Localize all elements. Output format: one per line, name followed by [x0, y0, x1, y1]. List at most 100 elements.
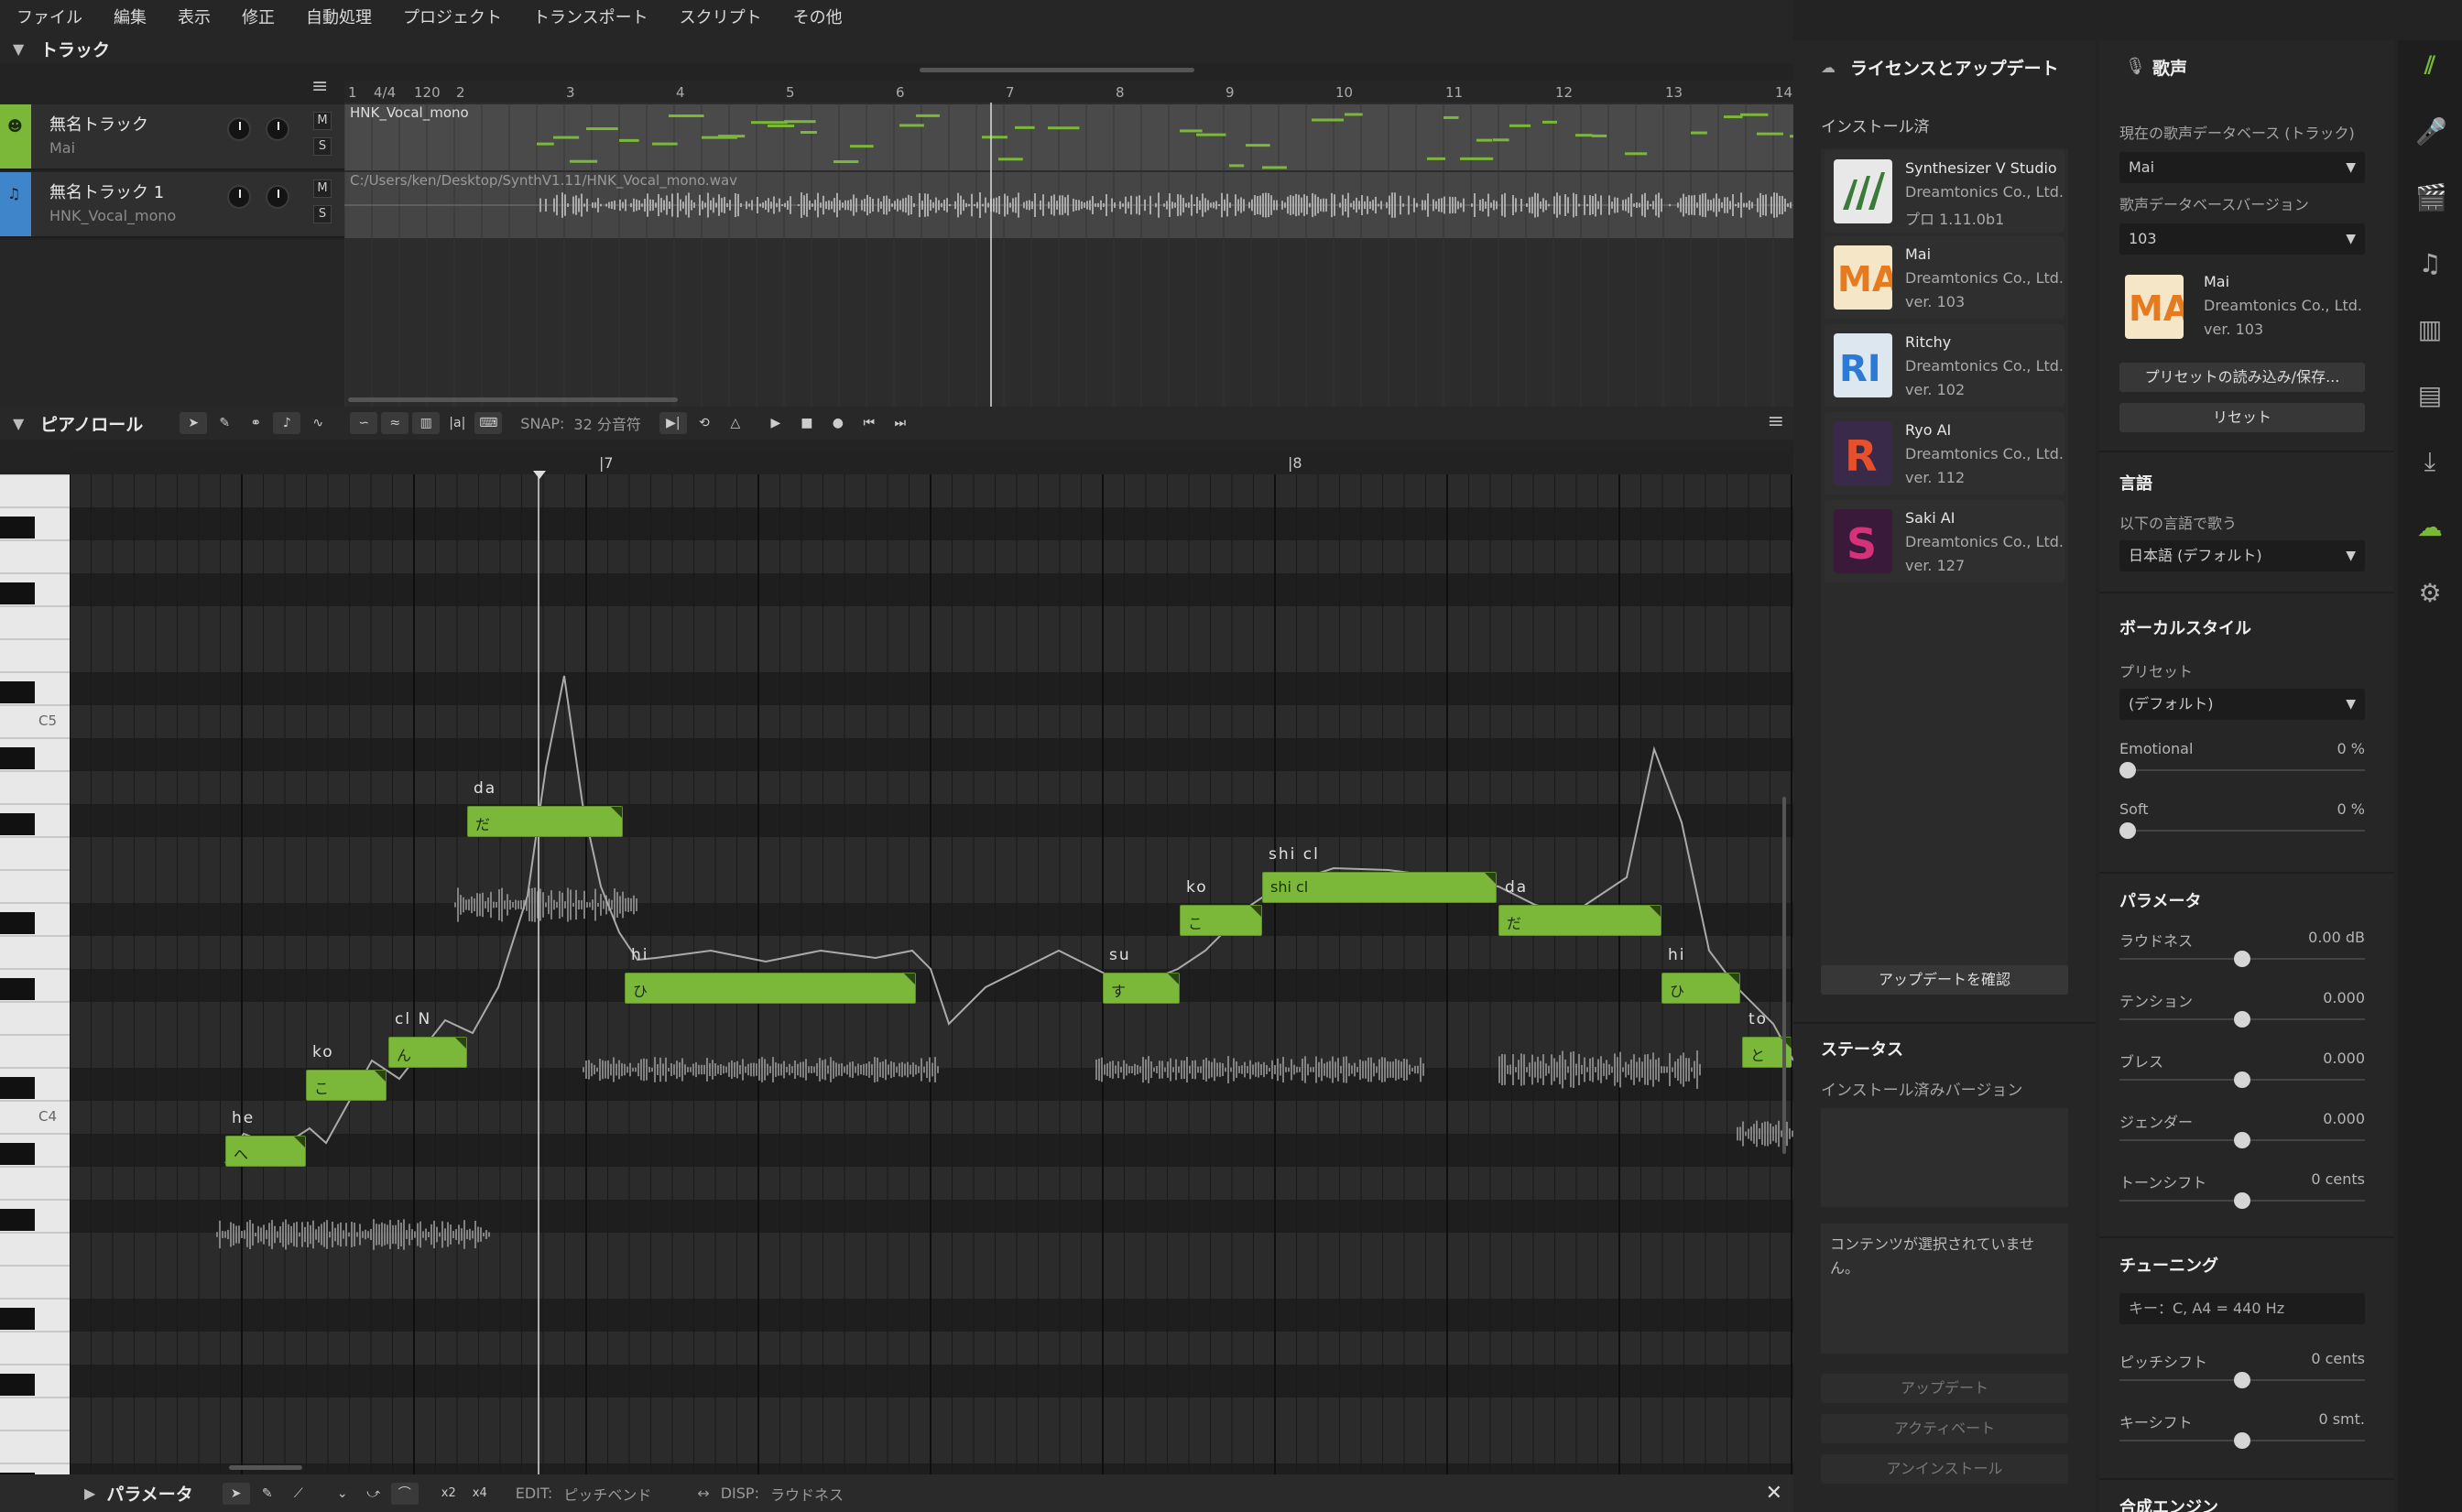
slider-handle[interactable] — [2119, 822, 2136, 839]
key-shift-slider[interactable]: キーシフト 0 smt. — [2119, 1410, 2365, 1456]
installed-item[interactable]: S Saki AI Dreamtonics Co., Ltd. ver. 127 — [1825, 500, 2064, 582]
installed-item[interactable]: MA Mai Dreamtonics Co., Ltd. ver. 103 — [1825, 236, 2064, 319]
vibrato-icon[interactable]: ≈ — [381, 412, 409, 434]
menu-view[interactable]: 表示 — [178, 5, 211, 28]
menu-auto[interactable]: 自動処理 — [306, 5, 372, 28]
menu-file[interactable]: ファイル — [16, 5, 82, 28]
track-2[interactable]: ♫ 無名トラック 1 HNK_Vocal_mono M S — [0, 172, 344, 238]
chevron-down-icon[interactable]: ▼ — [13, 40, 31, 58]
swap-icon[interactable]: ↔ — [697, 1485, 709, 1502]
note[interactable]: cl N ん — [388, 1010, 467, 1068]
disp-select[interactable]: ラウドネス — [770, 1483, 844, 1505]
loudness-slider[interactable]: ラウドネス 0.00 dB — [2119, 929, 2365, 974]
pan-knob[interactable] — [266, 117, 289, 141]
link-tool-icon[interactable]: ⚭ — [242, 412, 269, 434]
menu-edit[interactable]: 編集 — [114, 5, 147, 28]
rewind-icon[interactable]: ⏮ — [855, 412, 883, 434]
slider-handle[interactable] — [2234, 1372, 2250, 1388]
pen-tool-icon[interactable]: ✎ — [254, 1483, 281, 1505]
tension-slider[interactable]: テンション 0.000 — [2119, 989, 2365, 1035]
track-name[interactable]: 無名トラック — [49, 112, 148, 136]
arrangement-scrollbar[interactable] — [348, 397, 678, 402]
line-tool-icon[interactable]: ⟋ — [285, 1483, 312, 1505]
playhead-marker[interactable] — [533, 471, 546, 479]
preset-button[interactable]: プリセットの読み込み/保存... — [2119, 363, 2365, 392]
key-field[interactable]: キー：C, A4 = 440 Hz — [2119, 1293, 2365, 1324]
slider-handle[interactable] — [2234, 1192, 2250, 1209]
select-tool-icon[interactable]: ➤ — [180, 412, 208, 434]
voice-version-select[interactable]: 103 ▼ — [2119, 223, 2365, 255]
phoneme-icon[interactable]: |a| — [443, 412, 471, 434]
pianoroll-canvas[interactable] — [70, 474, 1793, 1474]
track-menu-icon[interactable]: ≡ — [311, 75, 328, 98]
note[interactable]: hi ひ — [625, 946, 916, 1004]
soft-slider[interactable]: Soft 0 % — [2119, 800, 2365, 846]
note[interactable]: shi cl shi cl — [1262, 845, 1497, 903]
volume-knob[interactable] — [227, 185, 251, 209]
stop-icon[interactable]: ■ — [793, 412, 821, 434]
menu-modify[interactable]: 修正 — [242, 5, 275, 28]
timeline-ruler[interactable]: 4/4 120 1 2 3 4 5 6 7 8 9 10 11 12 13 14 — [344, 81, 1793, 103]
loop-icon[interactable]: ⟲ — [691, 412, 718, 434]
play-icon[interactable]: ▶ — [762, 412, 790, 434]
note[interactable]: su す — [1103, 946, 1180, 1004]
piano-keyboard[interactable] — [0, 474, 70, 1474]
waveform-icon[interactable]: ▥ — [412, 412, 441, 434]
book-icon[interactable]: ▤ — [2415, 381, 2445, 410]
installed-item[interactable]: Synthesizer V Studio Dreamtonics Co., Ltd… — [1825, 150, 2064, 233]
note[interactable]: hi ひ — [1661, 946, 1740, 1004]
breath-slider[interactable]: ブレス 0.000 — [2119, 1050, 2365, 1095]
slider-handle[interactable] — [2234, 1132, 2250, 1148]
reset-button[interactable]: リセット — [2119, 403, 2365, 432]
note[interactable]: ko こ — [306, 1043, 387, 1101]
scale-x2-button[interactable]: x2 — [435, 1483, 463, 1505]
smooth-icon[interactable]: ⌄ — [329, 1483, 356, 1505]
tone-shift-slider[interactable]: トーンシフト 0 cents — [2119, 1170, 2365, 1216]
pianoroll-ruler[interactable]: |7 |8 — [70, 452, 1793, 474]
slider-handle[interactable] — [2119, 762, 2136, 778]
library-icon[interactable]: ▥ — [2415, 315, 2445, 344]
chevron-right-icon[interactable]: ▶ — [84, 1485, 95, 1502]
close-icon[interactable]: ✕ — [1766, 1482, 1782, 1505]
record-icon[interactable]: ● — [824, 412, 852, 434]
solo-button[interactable]: S — [313, 205, 332, 223]
clapper-icon[interactable]: 🎬 — [2415, 183, 2447, 212]
installed-item[interactable]: RI Ritchy Dreamtonics Co., Ltd. ver. 102 — [1825, 324, 2064, 407]
forward-icon[interactable]: ⏭ — [887, 412, 914, 434]
pitch-curve-icon[interactable]: ∽ — [350, 412, 378, 434]
volume-knob[interactable] — [227, 117, 251, 141]
preset-select[interactable]: (デフォルト) ▼ — [2119, 689, 2365, 720]
note[interactable]: he へ — [225, 1109, 306, 1167]
slider-handle[interactable] — [2234, 1432, 2250, 1449]
curve-tool-icon[interactable]: ∿ — [304, 412, 332, 434]
vertical-scrollbar[interactable] — [1782, 797, 1786, 1154]
microphone-icon[interactable]: 🎤 — [2415, 117, 2447, 147]
menu-transport[interactable]: トランスポート — [533, 5, 648, 28]
installed-item[interactable]: R Ryo AI Dreamtonics Co., Ltd. ver. 112 — [1825, 412, 2064, 495]
metronome-icon[interactable]: △ — [722, 412, 749, 434]
pitch-tool-icon[interactable]: ♪ — [273, 412, 301, 434]
slider-handle[interactable] — [2234, 1011, 2250, 1028]
menu-script[interactable]: スクリプト — [680, 5, 762, 28]
horizontal-scrollbar[interactable] — [920, 68, 1194, 72]
curve-icon[interactable]: ⤻ — [360, 1483, 387, 1505]
snap-select[interactable]: 32 分音符 — [573, 412, 640, 434]
arrangement-view[interactable] — [344, 103, 1793, 407]
select-tool-icon[interactable]: ➤ — [222, 1482, 250, 1505]
gear-icon[interactable]: ⚙ — [2415, 579, 2445, 608]
pan-knob[interactable] — [266, 185, 289, 209]
edit-select[interactable]: ピッチベンド — [563, 1483, 651, 1505]
gender-slider[interactable]: ジェンダー 0.000 — [2119, 1110, 2365, 1156]
solo-button[interactable]: S — [313, 137, 332, 156]
update-button[interactable]: アップデート — [1821, 1374, 2068, 1403]
activate-button[interactable]: アクティベート — [1821, 1414, 2068, 1443]
pianoroll-hscrollbar[interactable] — [229, 1465, 302, 1470]
voice-db-select[interactable]: Mai ▼ — [2119, 152, 2365, 183]
check-update-button[interactable]: アップデートを確認 — [1821, 965, 2068, 995]
chevron-down-icon[interactable]: ▼ — [13, 415, 31, 432]
slider-handle[interactable] — [2234, 951, 2250, 967]
menu-project[interactable]: プロジェクト — [403, 5, 502, 28]
pianoroll-menu-icon[interactable]: ≡ — [1768, 410, 1784, 433]
menu-other[interactable]: その他 — [793, 5, 843, 28]
keyboard-icon[interactable]: ⌨ — [474, 412, 503, 434]
